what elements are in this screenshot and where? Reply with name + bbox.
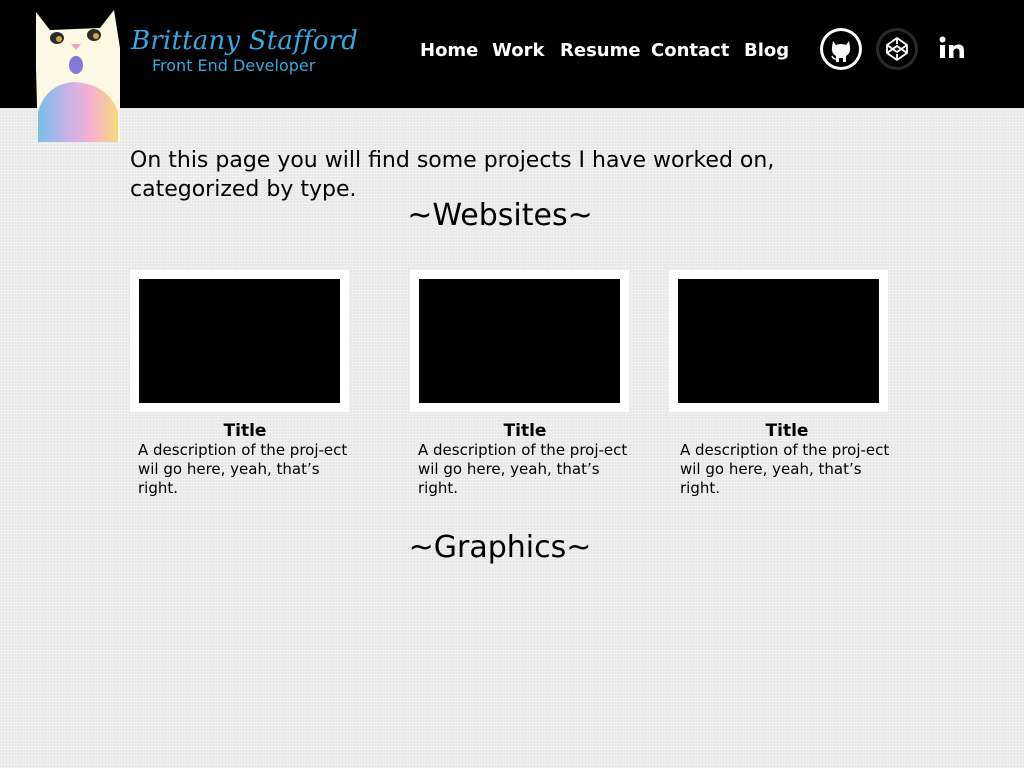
project-title[interactable]: Title — [410, 421, 640, 441]
project-thumbnail[interactable] — [130, 270, 349, 412]
nav-resume[interactable]: Resume — [560, 40, 641, 61]
project-description: A description of the proj-ect wil go her… — [138, 441, 348, 497]
project-description: A description of the proj-ect wil go her… — [418, 441, 628, 497]
section-title-graphics: ~Graphics~ — [408, 530, 592, 565]
codepen-icon[interactable] — [876, 28, 918, 70]
project-title[interactable]: Title — [130, 421, 360, 441]
project-description: A description of the proj-ect wil go her… — [680, 441, 890, 497]
project-title[interactable]: Title — [672, 421, 902, 441]
brand-tagline: Front End Developer — [152, 56, 316, 75]
project-thumbnail[interactable] — [669, 270, 888, 412]
project-card: Title A description of the proj-ect wil … — [410, 270, 630, 497]
project-thumbnail[interactable] — [410, 270, 629, 412]
project-card: Title A description of the proj-ect wil … — [669, 270, 889, 497]
github-icon[interactable] — [820, 28, 862, 70]
project-card: Title A description of the proj-ect wil … — [130, 270, 350, 497]
cat-logo-icon[interactable] — [32, 8, 122, 142]
linkedin-icon[interactable] — [932, 28, 974, 70]
nav-contact[interactable]: Contact — [651, 40, 729, 61]
nav-home[interactable]: Home — [420, 40, 478, 61]
brand-name[interactable]: Brittany Stafford — [131, 26, 358, 56]
section-title-websites: ~Websites~ — [407, 198, 593, 233]
nav-work[interactable]: Work — [492, 40, 544, 61]
site-header: Brittany Stafford Front End Developer Ho… — [0, 0, 1024, 142]
nav-blog[interactable]: Blog — [744, 40, 789, 61]
intro-text: On this page you will find some projects… — [130, 148, 775, 202]
